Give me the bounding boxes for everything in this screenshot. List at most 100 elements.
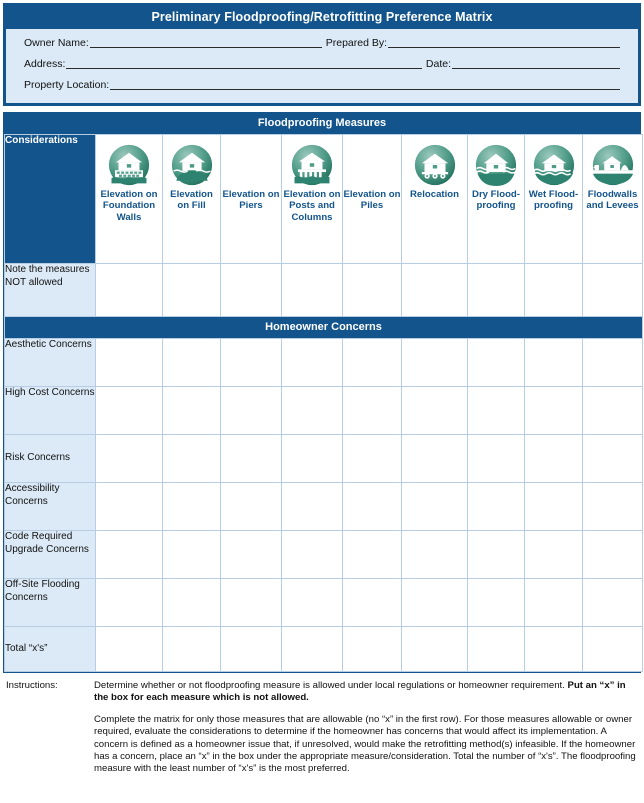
row-label-total-xs: Total “x's” <box>4 626 96 672</box>
matrix-cell[interactable] <box>162 434 221 483</box>
matrix-cell[interactable] <box>162 626 221 672</box>
preference-matrix: Floodproofing Measures Considerations El… <box>3 112 643 673</box>
matrix-cell[interactable] <box>582 530 643 579</box>
matrix-cell[interactable] <box>401 434 468 483</box>
column-label: Wet Flood-proofing <box>528 189 579 212</box>
matrix-cell[interactable] <box>220 482 282 531</box>
matrix-cell[interactable] <box>467 263 525 317</box>
row-label-aesthetic-concerns: Aesthetic Concerns <box>4 338 96 387</box>
matrix-cell[interactable] <box>281 626 343 672</box>
matrix-cell[interactable] <box>220 578 282 627</box>
date-label: Date: <box>425 58 451 70</box>
row-label-high-cost-concerns: High Cost Concerns <box>4 386 96 435</box>
matrix-cell[interactable] <box>281 482 343 531</box>
matrix-cell[interactable] <box>524 434 583 483</box>
matrix-cell[interactable] <box>95 263 163 317</box>
column-header-dry-floodproofing: Dry Flood-proofing <box>467 134 525 264</box>
matrix-cell[interactable] <box>524 626 583 672</box>
matrix-cell[interactable] <box>467 338 525 387</box>
address-label: Address: <box>24 58 66 70</box>
matrix-cell[interactable] <box>220 626 282 672</box>
matrix-cell[interactable] <box>95 530 163 579</box>
matrix-cell[interactable] <box>342 386 402 435</box>
owner-name-input[interactable] <box>89 37 322 48</box>
matrix-cell[interactable] <box>467 626 525 672</box>
matrix-cell[interactable] <box>281 386 343 435</box>
house-on-fill-icon <box>163 141 220 189</box>
matrix-cell[interactable] <box>95 482 163 531</box>
matrix-cell[interactable] <box>401 263 468 317</box>
matrix-cell[interactable] <box>524 482 583 531</box>
matrix-cell[interactable] <box>342 530 402 579</box>
matrix-cell[interactable] <box>162 386 221 435</box>
matrix-cell[interactable] <box>401 386 468 435</box>
matrix-cell[interactable] <box>582 263 643 317</box>
date-input[interactable] <box>452 58 620 69</box>
matrix-cell[interactable] <box>582 338 643 387</box>
property-location-input[interactable] <box>110 79 620 90</box>
matrix-cell[interactable] <box>467 386 525 435</box>
matrix-cell[interactable] <box>162 482 221 531</box>
matrix-cell[interactable] <box>524 338 583 387</box>
matrix-cell[interactable] <box>342 434 402 483</box>
address-input[interactable] <box>66 58 422 69</box>
matrix-cell[interactable] <box>95 338 163 387</box>
matrix-cell[interactable] <box>401 530 468 579</box>
matrix-cell[interactable] <box>281 434 343 483</box>
homeowner-concerns-band-row: Homeowner Concerns <box>4 316 643 339</box>
matrix-cell[interactable] <box>342 482 402 531</box>
matrix-cell[interactable] <box>524 263 583 317</box>
house-dry-floodproofing-icon <box>468 141 524 189</box>
house-on-wheels-icon <box>402 141 467 189</box>
matrix-cell[interactable] <box>95 386 163 435</box>
matrix-cell[interactable] <box>220 263 282 317</box>
matrix-cell[interactable] <box>401 482 468 531</box>
matrix-cell[interactable] <box>582 626 643 672</box>
matrix-cell[interactable] <box>524 578 583 627</box>
instructions-paragraph-2: Complete the matrix for only those measu… <box>94 713 636 775</box>
matrix-cell[interactable] <box>401 338 468 387</box>
matrix-cell[interactable] <box>281 338 343 387</box>
property-location-label: Property Location: <box>24 79 110 91</box>
column-label: Elevation on Piers <box>222 189 280 212</box>
matrix-cell[interactable] <box>467 482 525 531</box>
matrix-cell[interactable] <box>162 338 221 387</box>
matrix-cell[interactable] <box>467 578 525 627</box>
prepared-by-label: Prepared By: <box>325 37 388 49</box>
matrix-cell[interactable] <box>220 386 282 435</box>
matrix-cell[interactable] <box>342 338 402 387</box>
matrix-cell[interactable] <box>220 338 282 387</box>
matrix-cell[interactable] <box>582 578 643 627</box>
matrix-cell[interactable] <box>582 434 643 483</box>
column-header-relocation: Relocation <box>401 134 468 264</box>
matrix-cell[interactable] <box>95 434 163 483</box>
matrix-cell[interactable] <box>162 530 221 579</box>
matrix-cell[interactable] <box>95 626 163 672</box>
matrix-cell[interactable] <box>401 578 468 627</box>
matrix-cell[interactable] <box>524 530 583 579</box>
matrix-cell[interactable] <box>281 530 343 579</box>
matrix-cell[interactable] <box>162 578 221 627</box>
matrix-cell[interactable] <box>342 626 402 672</box>
matrix-grid: Considerations Elevation on Foundation W… <box>4 134 643 672</box>
matrix-cell[interactable] <box>582 482 643 531</box>
prepared-by-input[interactable] <box>388 37 621 48</box>
matrix-cell[interactable] <box>582 386 643 435</box>
column-header-elevation-on-posts-and-columns: Elevation on Posts and Columns <box>281 134 343 264</box>
matrix-cell[interactable] <box>281 263 343 317</box>
matrix-cell[interactable] <box>342 263 402 317</box>
row-label-risk-concerns: Risk Concerns <box>4 434 96 483</box>
matrix-cell[interactable] <box>95 578 163 627</box>
matrix-cell[interactable] <box>162 263 221 317</box>
matrix-cell[interactable] <box>281 578 343 627</box>
matrix-cell[interactable] <box>401 626 468 672</box>
matrix-cell[interactable] <box>467 434 525 483</box>
column-header-elevation-on-piers: Elevation on Piers <box>220 134 282 264</box>
matrix-cell[interactable] <box>524 386 583 435</box>
table-row: Risk Concerns <box>4 434 643 483</box>
matrix-cell[interactable] <box>220 434 282 483</box>
column-header-elevation-on-piles: Elevation on Piles <box>342 134 402 264</box>
matrix-cell[interactable] <box>467 530 525 579</box>
matrix-cell[interactable] <box>342 578 402 627</box>
matrix-cell[interactable] <box>220 530 282 579</box>
